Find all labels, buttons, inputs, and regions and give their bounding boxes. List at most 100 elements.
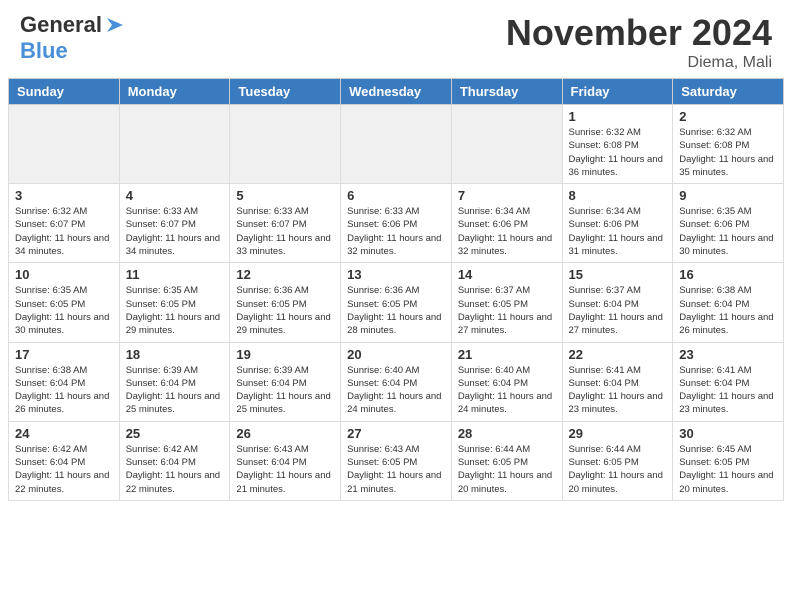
calendar-cell: 6 Sunrise: 6:33 AMSunset: 6:06 PMDaylight… bbox=[341, 184, 452, 263]
month-title: November 2024 bbox=[506, 12, 772, 54]
calendar-cell: 29 Sunrise: 6:44 AMSunset: 6:05 PMDayligh… bbox=[562, 421, 673, 500]
day-number: 19 bbox=[236, 347, 334, 362]
calendar-cell: 22Sunrise: 6:41 AMSunset: 6:04 PMDayligh… bbox=[562, 342, 673, 421]
calendar-cell: 25 Sunrise: 6:42 AMSunset: 6:04 PMDayligh… bbox=[119, 421, 230, 500]
calendar-cell: 14Sunrise: 6:37 AMSunset: 6:05 PMDayligh… bbox=[451, 263, 562, 342]
logo-blue-text: Blue bbox=[20, 38, 68, 63]
calendar-container: SundayMondayTuesdayWednesdayThursdayFrid… bbox=[0, 78, 792, 509]
calendar-cell: 9Sunrise: 6:35 AMSunset: 6:06 PMDaylight… bbox=[673, 184, 784, 263]
week-row-1: 1 Sunrise: 6:32 AMSunset: 6:08 PMDaylight… bbox=[9, 105, 784, 184]
day-info: Sunrise: 6:42 AMSunset: 6:04 PMDaylight:… bbox=[15, 443, 113, 496]
day-number: 25 bbox=[126, 426, 224, 441]
day-info: Sunrise: 6:44 AMSunset: 6:05 PMDaylight:… bbox=[458, 443, 556, 496]
day-number: 2 bbox=[679, 109, 777, 124]
day-number: 6 bbox=[347, 188, 445, 203]
logo: General Blue bbox=[20, 12, 126, 64]
week-row-4: 17Sunrise: 6:38 AMSunset: 6:04 PMDayligh… bbox=[9, 342, 784, 421]
day-number: 12 bbox=[236, 267, 334, 282]
day-number: 28 bbox=[458, 426, 556, 441]
day-number: 26 bbox=[236, 426, 334, 441]
calendar-cell: 11 Sunrise: 6:35 AMSunset: 6:05 PMDayligh… bbox=[119, 263, 230, 342]
calendar-cell: 1 Sunrise: 6:32 AMSunset: 6:08 PMDaylight… bbox=[562, 105, 673, 184]
day-number: 20 bbox=[347, 347, 445, 362]
day-number: 17 bbox=[15, 347, 113, 362]
weekday-tuesday: Tuesday bbox=[230, 79, 341, 105]
calendar-cell: 21 Sunrise: 6:40 AMSunset: 6:04 PMDayligh… bbox=[451, 342, 562, 421]
day-info: Sunrise: 6:37 AMSunset: 6:05 PMDaylight:… bbox=[458, 284, 556, 337]
calendar-cell: 17Sunrise: 6:38 AMSunset: 6:04 PMDayligh… bbox=[9, 342, 120, 421]
day-info: Sunrise: 6:41 AMSunset: 6:04 PMDaylight:… bbox=[679, 364, 777, 417]
day-number: 1 bbox=[569, 109, 667, 124]
logo-general: General bbox=[20, 12, 102, 38]
day-info: Sunrise: 6:35 AMSunset: 6:05 PMDaylight:… bbox=[15, 284, 113, 337]
weekday-friday: Friday bbox=[562, 79, 673, 105]
day-number: 21 bbox=[458, 347, 556, 362]
day-number: 18 bbox=[126, 347, 224, 362]
day-number: 16 bbox=[679, 267, 777, 282]
day-number: 4 bbox=[126, 188, 224, 203]
day-number: 30 bbox=[679, 426, 777, 441]
calendar-cell: 10Sunrise: 6:35 AMSunset: 6:05 PMDayligh… bbox=[9, 263, 120, 342]
day-info: Sunrise: 6:43 AMSunset: 6:05 PMDaylight:… bbox=[347, 443, 445, 496]
day-info: Sunrise: 6:44 AMSunset: 6:05 PMDaylight:… bbox=[569, 443, 667, 496]
day-number: 24 bbox=[15, 426, 113, 441]
calendar-cell: 4Sunrise: 6:33 AMSunset: 6:07 PMDaylight… bbox=[119, 184, 230, 263]
day-number: 9 bbox=[679, 188, 777, 203]
calendar-cell: 7Sunrise: 6:34 AMSunset: 6:06 PMDaylight… bbox=[451, 184, 562, 263]
logo-icon bbox=[104, 14, 126, 36]
calendar-cell bbox=[341, 105, 452, 184]
calendar-cell: 19 Sunrise: 6:39 AMSunset: 6:04 PMDayligh… bbox=[230, 342, 341, 421]
day-info: Sunrise: 6:34 AMSunset: 6:06 PMDaylight:… bbox=[569, 205, 667, 258]
calendar-table: SundayMondayTuesdayWednesdayThursdayFrid… bbox=[8, 78, 784, 501]
calendar-cell: 8 Sunrise: 6:34 AMSunset: 6:06 PMDaylight… bbox=[562, 184, 673, 263]
day-info: Sunrise: 6:37 AMSunset: 6:04 PMDaylight:… bbox=[569, 284, 667, 337]
calendar-cell: 3Sunrise: 6:32 AMSunset: 6:07 PMDaylight… bbox=[9, 184, 120, 263]
weekday-wednesday: Wednesday bbox=[341, 79, 452, 105]
calendar-cell: 26Sunrise: 6:43 AMSunset: 6:04 PMDayligh… bbox=[230, 421, 341, 500]
calendar-body: 1 Sunrise: 6:32 AMSunset: 6:08 PMDaylight… bbox=[9, 105, 784, 501]
weekday-header-row: SundayMondayTuesdayWednesdayThursdayFrid… bbox=[9, 79, 784, 105]
day-number: 23 bbox=[679, 347, 777, 362]
calendar-cell: 2 Sunrise: 6:32 AMSunset: 6:08 PMDaylight… bbox=[673, 105, 784, 184]
calendar-cell: 16Sunrise: 6:38 AMSunset: 6:04 PMDayligh… bbox=[673, 263, 784, 342]
calendar-cell: 15 Sunrise: 6:37 AMSunset: 6:04 PMDayligh… bbox=[562, 263, 673, 342]
calendar-cell: 5 Sunrise: 6:33 AMSunset: 6:07 PMDaylight… bbox=[230, 184, 341, 263]
calendar-cell: 28 Sunrise: 6:44 AMSunset: 6:05 PMDayligh… bbox=[451, 421, 562, 500]
day-number: 29 bbox=[569, 426, 667, 441]
calendar-cell: 23 Sunrise: 6:41 AMSunset: 6:04 PMDayligh… bbox=[673, 342, 784, 421]
day-info: Sunrise: 6:39 AMSunset: 6:04 PMDaylight:… bbox=[236, 364, 334, 417]
day-info: Sunrise: 6:35 AMSunset: 6:05 PMDaylight:… bbox=[126, 284, 224, 337]
calendar-cell: 18Sunrise: 6:39 AMSunset: 6:04 PMDayligh… bbox=[119, 342, 230, 421]
calendar-cell: 13 Sunrise: 6:36 AMSunset: 6:05 PMDayligh… bbox=[341, 263, 452, 342]
day-info: Sunrise: 6:32 AMSunset: 6:07 PMDaylight:… bbox=[15, 205, 113, 258]
calendar-cell bbox=[451, 105, 562, 184]
week-row-2: 3Sunrise: 6:32 AMSunset: 6:07 PMDaylight… bbox=[9, 184, 784, 263]
day-number: 8 bbox=[569, 188, 667, 203]
day-number: 27 bbox=[347, 426, 445, 441]
weekday-sunday: Sunday bbox=[9, 79, 120, 105]
calendar-cell: 27 Sunrise: 6:43 AMSunset: 6:05 PMDayligh… bbox=[341, 421, 452, 500]
day-number: 15 bbox=[569, 267, 667, 282]
day-number: 13 bbox=[347, 267, 445, 282]
day-info: Sunrise: 6:36 AMSunset: 6:05 PMDaylight:… bbox=[347, 284, 445, 337]
day-info: Sunrise: 6:34 AMSunset: 6:06 PMDaylight:… bbox=[458, 205, 556, 258]
calendar-cell: 30 Sunrise: 6:45 AMSunset: 6:05 PMDayligh… bbox=[673, 421, 784, 500]
calendar-cell: 20 Sunrise: 6:40 AMSunset: 6:04 PMDayligh… bbox=[341, 342, 452, 421]
day-info: Sunrise: 6:42 AMSunset: 6:04 PMDaylight:… bbox=[126, 443, 224, 496]
day-info: Sunrise: 6:33 AMSunset: 6:06 PMDaylight:… bbox=[347, 205, 445, 258]
day-info: Sunrise: 6:45 AMSunset: 6:05 PMDaylight:… bbox=[679, 443, 777, 496]
calendar-cell bbox=[119, 105, 230, 184]
calendar-cell bbox=[230, 105, 341, 184]
day-info: Sunrise: 6:40 AMSunset: 6:04 PMDaylight:… bbox=[347, 364, 445, 417]
calendar-cell: 12Sunrise: 6:36 AMSunset: 6:05 PMDayligh… bbox=[230, 263, 341, 342]
day-info: Sunrise: 6:32 AMSunset: 6:08 PMDaylight:… bbox=[679, 126, 777, 179]
day-info: Sunrise: 6:32 AMSunset: 6:08 PMDaylight:… bbox=[569, 126, 667, 179]
day-number: 11 bbox=[126, 267, 224, 282]
calendar-cell bbox=[9, 105, 120, 184]
day-number: 5 bbox=[236, 188, 334, 203]
weekday-saturday: Saturday bbox=[673, 79, 784, 105]
day-info: Sunrise: 6:41 AMSunset: 6:04 PMDaylight:… bbox=[569, 364, 667, 417]
day-info: Sunrise: 6:40 AMSunset: 6:04 PMDaylight:… bbox=[458, 364, 556, 417]
calendar-cell: 24 Sunrise: 6:42 AMSunset: 6:04 PMDayligh… bbox=[9, 421, 120, 500]
day-info: Sunrise: 6:33 AMSunset: 6:07 PMDaylight:… bbox=[236, 205, 334, 258]
